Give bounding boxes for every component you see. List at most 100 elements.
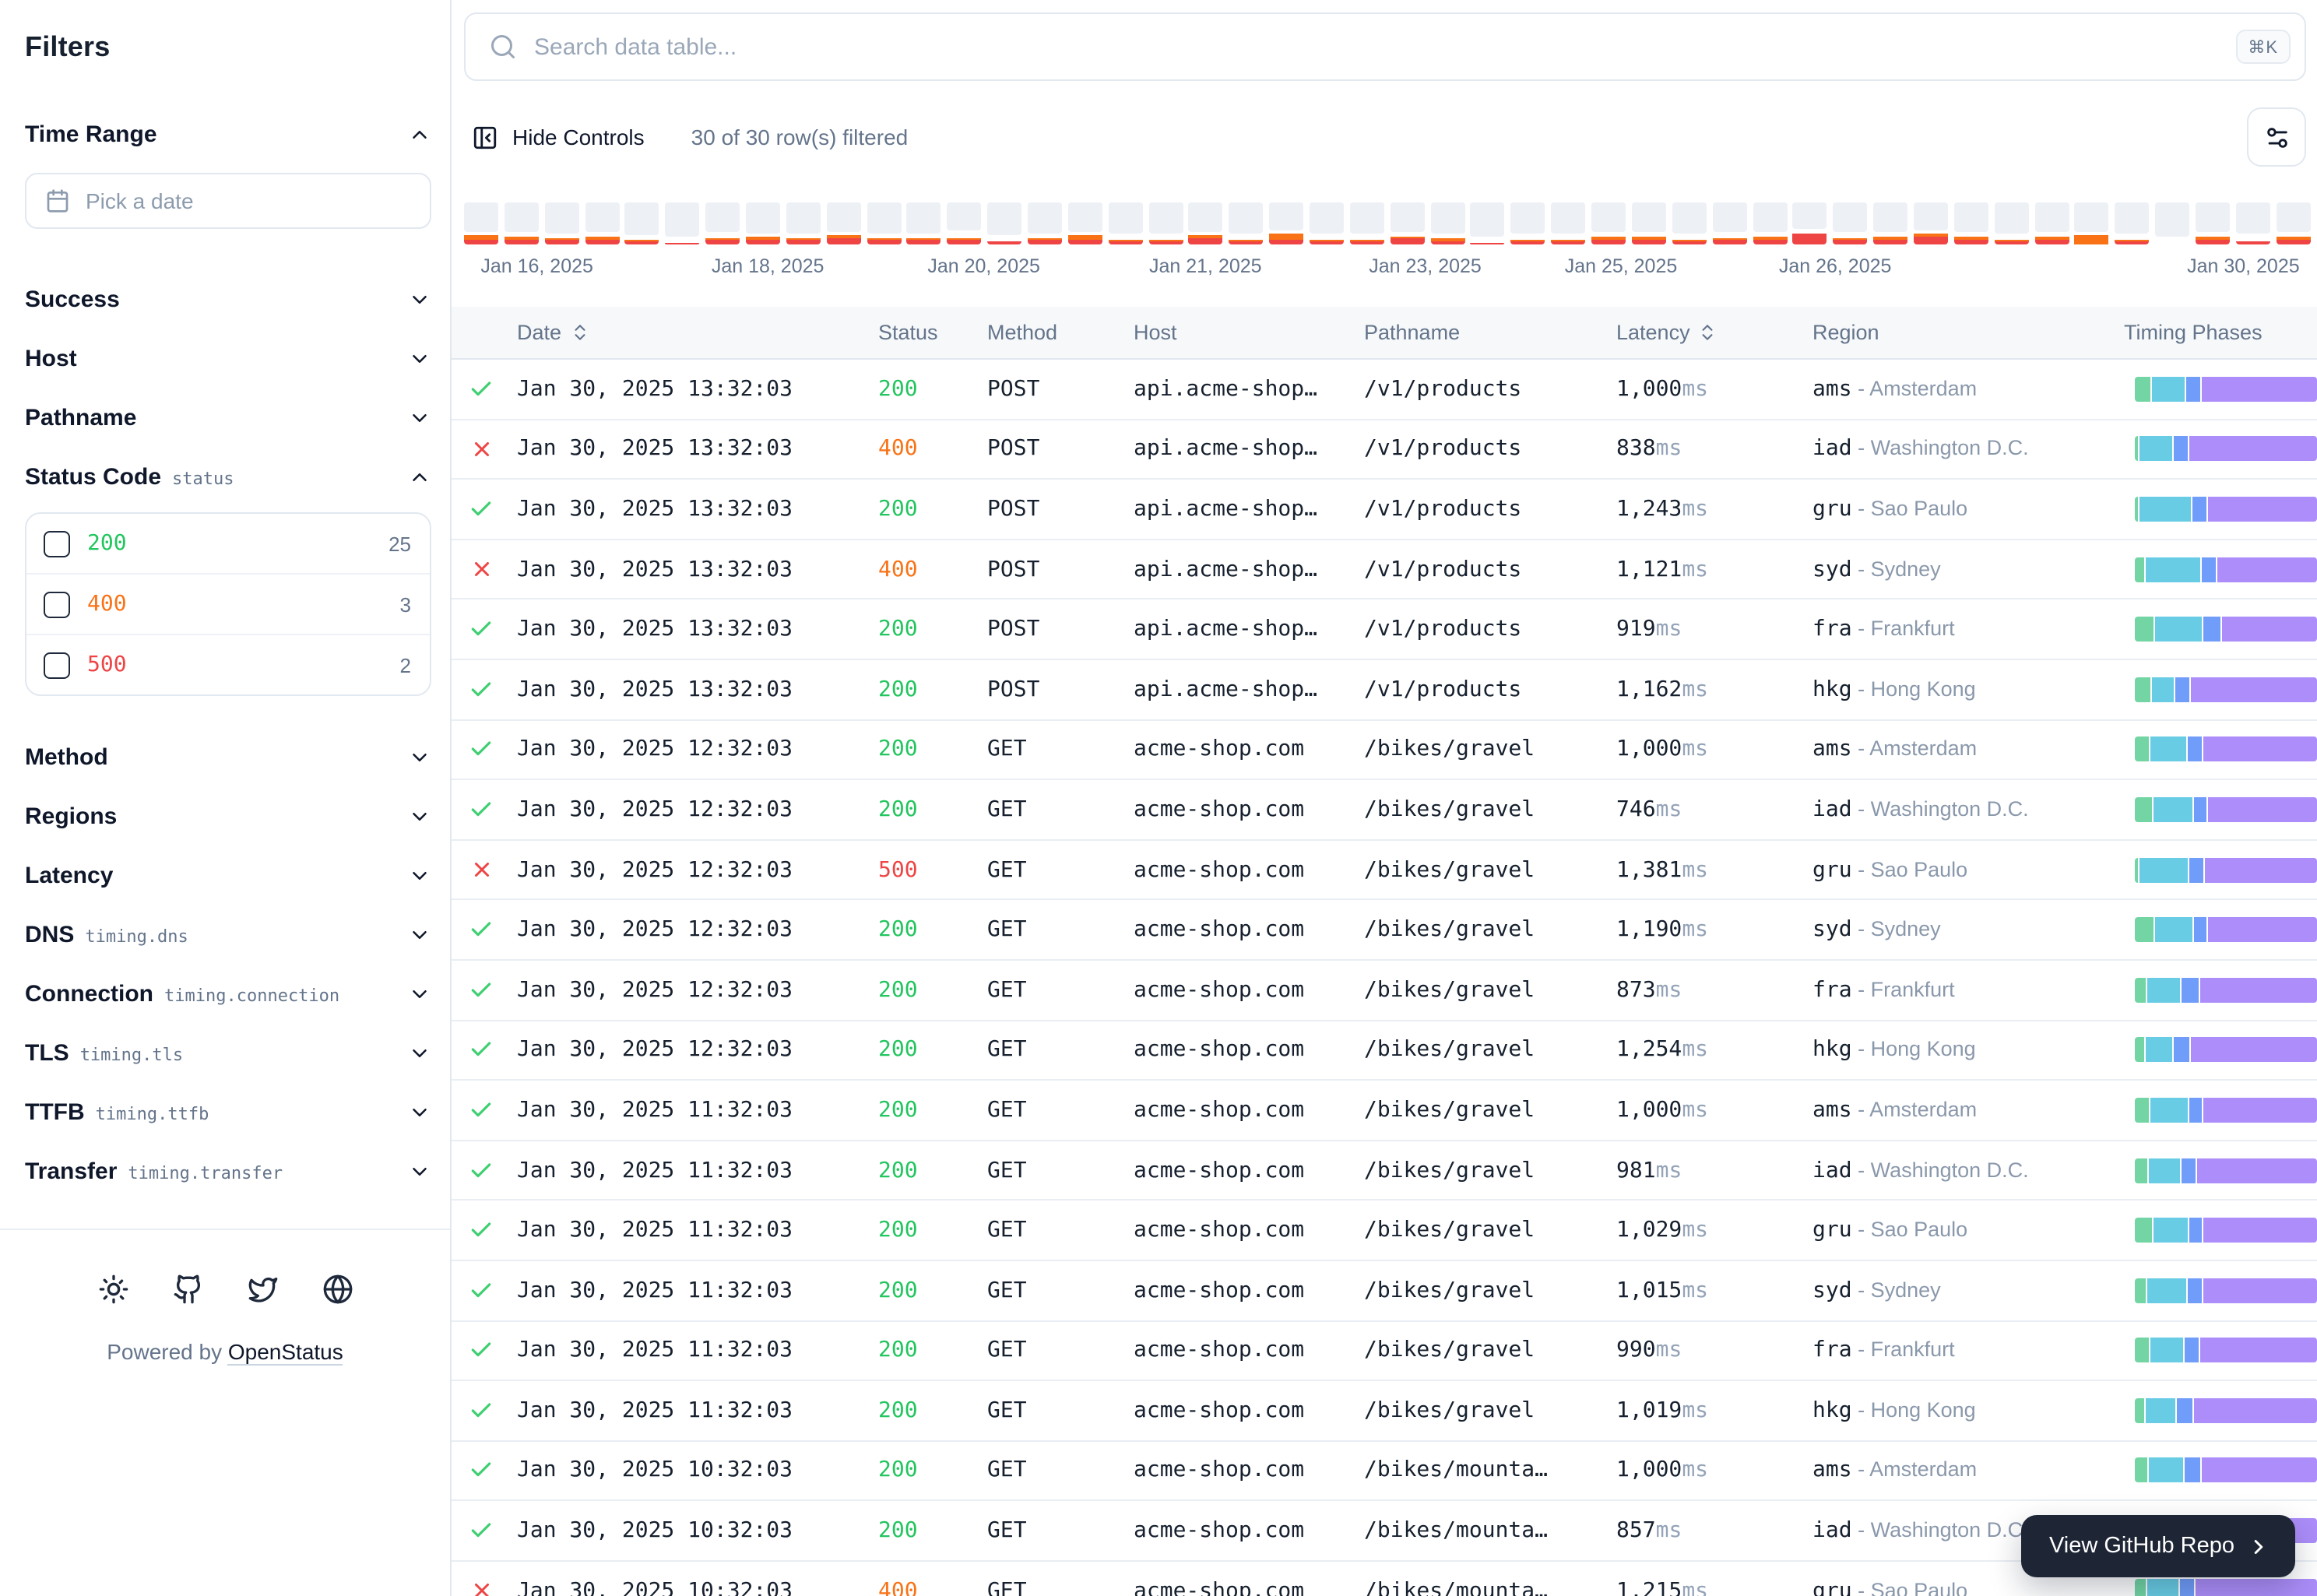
- timeline-bar-pending: [1672, 202, 1707, 234]
- timeline-axis-label: Jan 16, 2025: [480, 255, 593, 277]
- timeline-bar-error: [1391, 238, 1425, 244]
- ttfb-phase: [2196, 1578, 2317, 1596]
- cell-method: GET: [981, 1158, 1127, 1183]
- cell-region: fra - Frankfurt: [1806, 977, 2118, 1002]
- sidebar-section[interactable]: TLS timing.tls: [25, 1023, 431, 1082]
- timeline-bar-pending: [948, 202, 982, 230]
- table-row[interactable]: Jan 30, 2025 11:32:03 200 GET acme-shop.…: [452, 1141, 2317, 1201]
- chevron-icon: [408, 982, 431, 1005]
- theme-toggle-sun-icon[interactable]: [97, 1274, 128, 1305]
- cell-host: acme-shop.com: [1127, 1398, 1358, 1423]
- sidebar-section[interactable]: Time Range: [25, 104, 431, 163]
- status-code-facet[interactable]: 200 25: [26, 514, 430, 575]
- dns-phase: [2135, 977, 2146, 1002]
- table-row[interactable]: Jan 30, 2025 12:32:03 200 GET acme-shop.…: [452, 901, 2317, 961]
- table-row[interactable]: Jan 30, 2025 10:32:03 200 GET acme-shop.…: [452, 1441, 2317, 1501]
- timeline-axis-label: Jan 30, 2025: [2187, 255, 2300, 277]
- sidebar-section[interactable]: Host: [25, 329, 431, 388]
- sidebar-section[interactable]: TTFB timing.ttfb: [25, 1082, 431, 1141]
- timeline-bar: [1028, 202, 1062, 244]
- cell-method: POST: [981, 377, 1127, 402]
- sidebar-section[interactable]: Transfer timing.transfer: [25, 1141, 431, 1201]
- sidebar-section[interactable]: Connection timing.connection: [25, 964, 431, 1023]
- sidebar-section[interactable]: DNS timing.dns: [25, 905, 431, 964]
- timeline-bar-error: [1109, 241, 1143, 244]
- dns-phase: [2135, 1458, 2147, 1483]
- github-icon[interactable]: [172, 1274, 203, 1305]
- table-row[interactable]: Jan 30, 2025 11:32:03 200 GET acme-shop.…: [452, 1081, 2317, 1141]
- timeline-axis-label: Jan 26, 2025: [1779, 255, 1892, 277]
- timeline-bar-pending: [1753, 202, 1787, 232]
- table-row[interactable]: Jan 30, 2025 12:32:03 200 GET acme-shop.…: [452, 1021, 2317, 1081]
- timeline-axis-labels: Jan 16, 2025Jan 18, 2025Jan 20, 2025Jan …: [464, 255, 2311, 280]
- sidebar-section[interactable]: Latency: [25, 845, 431, 905]
- timeline-bar-error: [1350, 241, 1384, 244]
- cell-status: 200: [872, 1518, 981, 1543]
- table-row[interactable]: Jan 30, 2025 13:32:03 400 POST api.acme-…: [452, 420, 2317, 480]
- status-code-facet[interactable]: 400 3: [26, 575, 430, 635]
- globe-icon[interactable]: [322, 1274, 353, 1305]
- sidebar-section[interactable]: Method: [25, 727, 431, 786]
- timeline-bar-pending: [464, 202, 498, 232]
- timeline-bar-pending: [625, 202, 659, 235]
- tls-phase: [2195, 917, 2207, 942]
- sidebar-section[interactable]: Status Code status: [25, 447, 431, 506]
- timeline-chart[interactable]: Jan 16, 2025Jan 18, 2025Jan 20, 2025Jan …: [464, 202, 2311, 280]
- timeline-bar-pending: [2236, 202, 2270, 234]
- view-github-repo-button[interactable]: View GitHub Repo: [2021, 1515, 2295, 1577]
- table-row[interactable]: Jan 30, 2025 11:32:03 200 GET acme-shop.…: [452, 1321, 2317, 1381]
- date-picker-input[interactable]: Pick a date: [25, 173, 431, 229]
- cell-pathname: /v1/products: [1358, 497, 1610, 522]
- table-row[interactable]: Jan 30, 2025 12:32:03 200 GET acme-shop.…: [452, 961, 2317, 1021]
- cell-method: GET: [981, 917, 1127, 942]
- timeline-bar-error: [1994, 241, 2028, 244]
- search-input[interactable]: [464, 12, 2306, 81]
- sidebar-section-label: Success: [25, 286, 120, 312]
- openstatus-link[interactable]: OpenStatus: [228, 1339, 343, 1366]
- checkbox[interactable]: [44, 530, 70, 557]
- table-row[interactable]: Jan 30, 2025 11:32:03 200 GET acme-shop.…: [452, 1201, 2317, 1261]
- checkbox[interactable]: [44, 652, 70, 678]
- header-latency[interactable]: Latency: [1610, 321, 1806, 344]
- dns-phase: [2135, 857, 2139, 882]
- sidebar-section-label: Regions: [25, 803, 117, 829]
- hide-controls-button[interactable]: Hide Controls: [464, 124, 651, 150]
- cell-host: acme-shop.com: [1127, 797, 1358, 822]
- connection-phase: [2152, 377, 2184, 402]
- sidebar-section[interactable]: Pathname: [25, 388, 431, 447]
- table-row[interactable]: Jan 30, 2025 11:32:03 200 GET acme-shop.…: [452, 1381, 2317, 1441]
- table-row[interactable]: Jan 30, 2025 11:32:03 200 GET acme-shop.…: [452, 1261, 2317, 1321]
- table-row[interactable]: Jan 30, 2025 13:32:03 200 POST api.acme-…: [452, 600, 2317, 660]
- checkbox[interactable]: [44, 591, 70, 617]
- timeline-bar: [1109, 202, 1143, 244]
- table-row[interactable]: Jan 30, 2025 12:32:03 200 GET acme-shop.…: [452, 780, 2317, 840]
- twitter-icon[interactable]: [247, 1274, 278, 1305]
- ttfb-phase: [2209, 917, 2317, 942]
- table-row[interactable]: Jan 30, 2025 13:32:03 200 POST api.acme-…: [452, 360, 2317, 420]
- header-date[interactable]: Date: [511, 321, 872, 344]
- connection-phase: [2154, 617, 2202, 642]
- timeline-bar-error: [1229, 241, 1264, 244]
- cell-date: Jan 30, 2025 13:32:03: [511, 557, 872, 582]
- table-row[interactable]: Jan 30, 2025 13:32:03 200 POST api.acme-…: [452, 480, 2317, 540]
- ttfb-phase: [2202, 1458, 2317, 1483]
- cell-pathname: /v1/products: [1358, 377, 1610, 402]
- timing-phases-bar: [2135, 1578, 2317, 1596]
- header-timing-phases: Timing Phases: [2118, 321, 2317, 344]
- timeline-bar-error: [786, 240, 821, 244]
- table-row[interactable]: Jan 30, 2025 12:32:03 500 GET acme-shop.…: [452, 841, 2317, 901]
- timeline-bar-error: [1269, 240, 1303, 244]
- sidebar-section[interactable]: Success: [25, 269, 431, 329]
- status-code-facet[interactable]: 500 2: [26, 635, 430, 694]
- table-row[interactable]: Jan 30, 2025 13:32:03 200 POST api.acme-…: [452, 660, 2317, 720]
- cell-date: Jan 30, 2025 13:32:03: [511, 377, 872, 402]
- sidebar-section[interactable]: Regions: [25, 786, 431, 845]
- table-row[interactable]: Jan 30, 2025 12:32:03 200 GET acme-shop.…: [452, 720, 2317, 780]
- timeline-bar-pending: [1994, 202, 2028, 234]
- timeline-bar: [746, 202, 780, 244]
- timeline-bar-pending: [826, 202, 860, 232]
- timing-phases-bar: [2135, 1338, 2317, 1363]
- view-settings-button[interactable]: [2247, 107, 2306, 167]
- table-row[interactable]: Jan 30, 2025 13:32:03 400 POST api.acme-…: [452, 540, 2317, 600]
- tls-phase: [2185, 377, 2200, 402]
